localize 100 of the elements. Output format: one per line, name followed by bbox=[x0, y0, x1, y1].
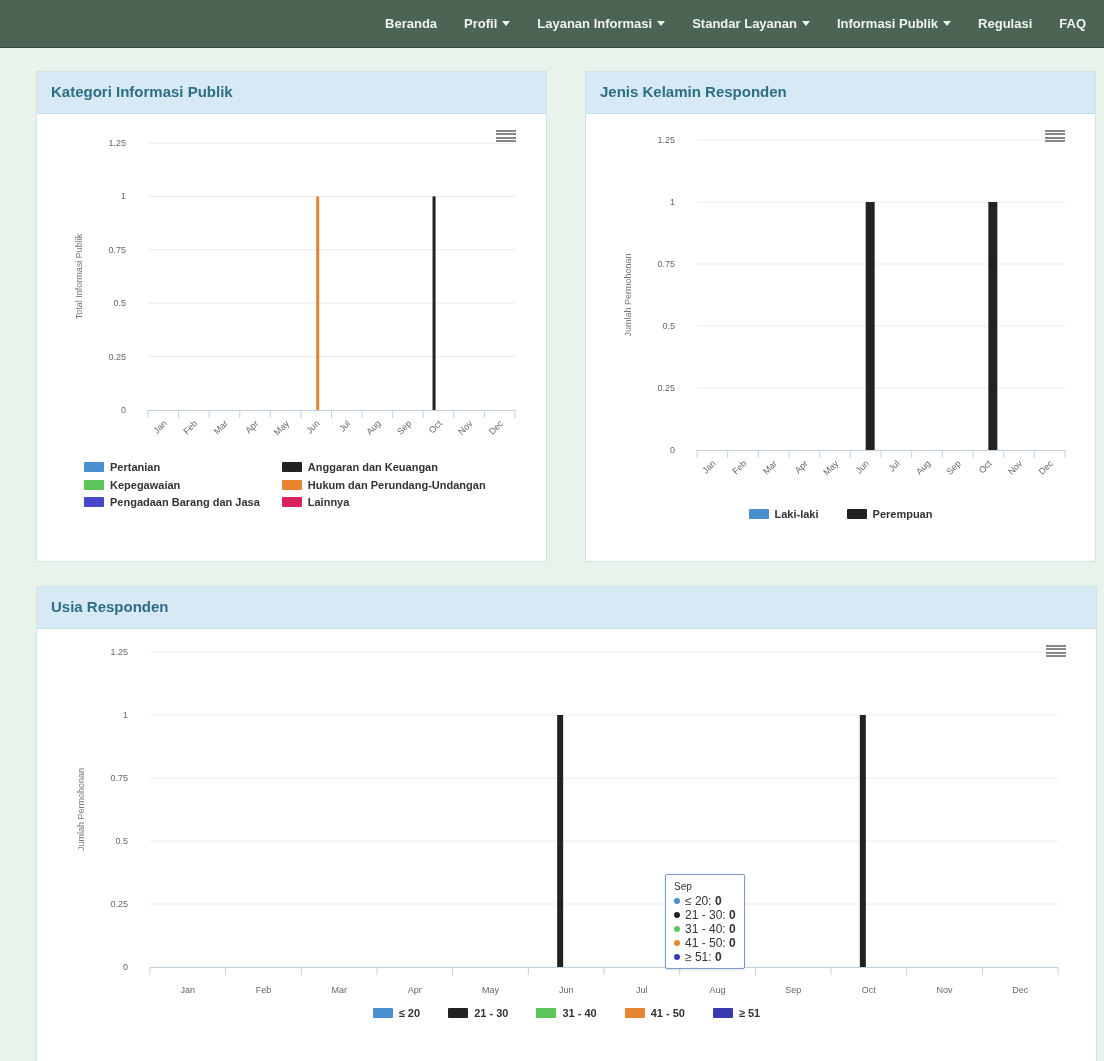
legend-item[interactable]: Hukum dan Perundang-Undangan bbox=[281, 476, 486, 493]
legend-swatch-icon bbox=[624, 1008, 645, 1019]
axis-tick-label: Jan bbox=[180, 985, 196, 995]
axis-tick-label: Nov bbox=[1006, 458, 1025, 477]
legend-swatch-icon bbox=[281, 497, 302, 508]
axis-tick-label: Jul bbox=[337, 418, 353, 434]
axis-tick-label: Jun bbox=[304, 418, 322, 436]
legend-item[interactable]: 31 - 40 bbox=[536, 1005, 597, 1022]
axis-tick-label: 0.25 bbox=[108, 351, 126, 362]
legend-swatch-icon bbox=[84, 497, 104, 508]
axis-tick-label: Aug bbox=[364, 418, 383, 437]
legend-swatch-icon bbox=[448, 1008, 469, 1019]
panel-title: Jenis Kelamin Responden bbox=[586, 72, 1095, 114]
axis-tick-label: 0.25 bbox=[110, 899, 128, 909]
axis-tick-label: Dec bbox=[486, 418, 506, 437]
legend-swatch-icon bbox=[281, 462, 302, 473]
axis-tick-label: Apr bbox=[407, 985, 422, 995]
nav-link[interactable]: Informasi Publik bbox=[836, 13, 952, 34]
axis-tick-label: Jan bbox=[151, 418, 169, 436]
axis-tick-label: Oct bbox=[976, 458, 994, 476]
nav-link[interactable]: Layanan Informasi bbox=[537, 13, 666, 34]
tooltip-title: Sep bbox=[674, 880, 693, 894]
axis-tick-label: Feb bbox=[730, 458, 749, 477]
legend-swatch-icon bbox=[372, 1008, 393, 1019]
axis-title: Total Informasi Publik bbox=[74, 233, 84, 320]
axis-tick-label: May bbox=[821, 458, 841, 478]
legend-item[interactable]: ≥ 51 bbox=[712, 1005, 761, 1022]
axis-title: Jumlah Permohonan bbox=[76, 767, 86, 852]
axis-tick-label: Nov bbox=[936, 985, 953, 995]
legend-item[interactable]: 21 - 30 bbox=[448, 1005, 509, 1022]
axis-tick-label: Jul bbox=[636, 985, 648, 995]
axis-tick-label: 0.5 bbox=[113, 298, 126, 309]
axis-title: Jumlah Permohonan bbox=[623, 253, 633, 337]
axis-tick-label: Sep bbox=[785, 985, 802, 995]
legend-item[interactable]: Perempuan bbox=[846, 506, 933, 523]
legend-swatch-icon bbox=[846, 509, 867, 520]
axis-tick-label: 1.25 bbox=[108, 138, 126, 148]
nav-link[interactable]: FAQ bbox=[1059, 13, 1086, 34]
axis-tick-label: Feb bbox=[255, 985, 272, 995]
axis-tick-label: Oct bbox=[861, 985, 876, 995]
legend-item[interactable]: Pengadaan Barang dan Jasa bbox=[84, 494, 260, 511]
axis-tick-label: Sep bbox=[395, 418, 414, 437]
legend-swatch-icon bbox=[84, 462, 104, 473]
axis-tick-label: Dec bbox=[1036, 458, 1056, 477]
legend-item[interactable]: Laki-laki bbox=[748, 506, 819, 523]
axis-tick-label: Sep bbox=[944, 458, 964, 477]
legend-swatch-icon bbox=[748, 509, 769, 520]
axis-tick-label: 1 bbox=[670, 197, 675, 207]
legend-swatch-icon bbox=[712, 1008, 733, 1019]
tooltip-text: 21 - 30: 0 bbox=[685, 908, 736, 922]
axis-tick-label: Feb bbox=[181, 418, 200, 437]
tooltip-text: ≥ 51: 0 bbox=[685, 950, 722, 964]
nav-link[interactable]: Regulasi bbox=[978, 13, 1033, 34]
legend-item[interactable]: Anggaran dan Keuangan bbox=[281, 459, 486, 476]
axis-tick-label: Jul bbox=[886, 458, 902, 474]
axis-tick-label: 1.25 bbox=[657, 135, 675, 145]
axis-tick-label: 0.75 bbox=[110, 773, 128, 783]
nav-link[interactable]: Standar Layanan bbox=[692, 13, 810, 34]
axis-tick-label: Nov bbox=[456, 418, 475, 437]
axis-tick-label: 1 bbox=[123, 710, 128, 720]
legend-item[interactable]: Kepegawaian bbox=[84, 476, 260, 493]
axis-tick-label: Mar bbox=[211, 418, 230, 437]
menu-button[interactable] bbox=[1046, 643, 1066, 659]
axis-tick-label: 1 bbox=[121, 191, 126, 202]
axis-tick-label: 1.25 bbox=[110, 647, 128, 657]
axis-tick-label: 0.25 bbox=[657, 383, 675, 393]
axis-tick-label: Jan bbox=[700, 458, 718, 476]
axis-tick-label: 0 bbox=[121, 405, 126, 415]
axis-tick-label: Aug bbox=[709, 985, 726, 995]
tooltip-text: ≤ 20: 0 bbox=[685, 894, 722, 908]
axis-tick-label: 0 bbox=[670, 445, 675, 455]
axis-tick-label: 0.5 bbox=[662, 321, 675, 331]
axis-tick-label: 0.75 bbox=[657, 259, 675, 269]
axis-tick-label: Aug bbox=[914, 458, 933, 477]
axis-tick-label: Dec bbox=[1012, 985, 1029, 995]
axis-tick-label: Jun bbox=[853, 458, 872, 476]
legend-swatch-icon bbox=[536, 1008, 557, 1019]
axis-tick-label: Mar bbox=[761, 458, 780, 477]
tooltip-text: 41 - 50: 0 bbox=[685, 936, 736, 950]
axis-tick-label: Oct bbox=[426, 418, 444, 436]
axis-tick-label: 0 bbox=[123, 962, 128, 972]
nav-link[interactable]: Profil bbox=[464, 13, 511, 34]
axis-tick-label: Apr bbox=[243, 418, 261, 436]
legend-swatch-icon bbox=[281, 479, 302, 490]
axis-tick-label: 0.5 bbox=[115, 836, 128, 846]
nav-link[interactable]: Beranda bbox=[385, 13, 438, 34]
axis-tick-label: Jun bbox=[558, 985, 574, 995]
axis-tick-label: May bbox=[271, 418, 292, 438]
axis-tick-label: 0.75 bbox=[108, 244, 126, 255]
legend-item[interactable]: Pertanian bbox=[84, 459, 260, 476]
menu-button[interactable] bbox=[1045, 128, 1065, 144]
legend-item[interactable]: 41 - 50 bbox=[624, 1005, 685, 1022]
menu-button[interactable] bbox=[496, 128, 516, 144]
axis-tick-label: May bbox=[482, 985, 499, 995]
panel-title: Usia Responden bbox=[37, 587, 1096, 629]
panel-title: Kategori Informasi Publik bbox=[37, 72, 546, 114]
legend-item[interactable]: ≤ 20 bbox=[372, 1005, 421, 1022]
legend-item[interactable]: Lainnya bbox=[281, 494, 486, 511]
tooltip-text: 31 - 40: 0 bbox=[685, 922, 736, 936]
legend-swatch-icon bbox=[84, 479, 104, 490]
